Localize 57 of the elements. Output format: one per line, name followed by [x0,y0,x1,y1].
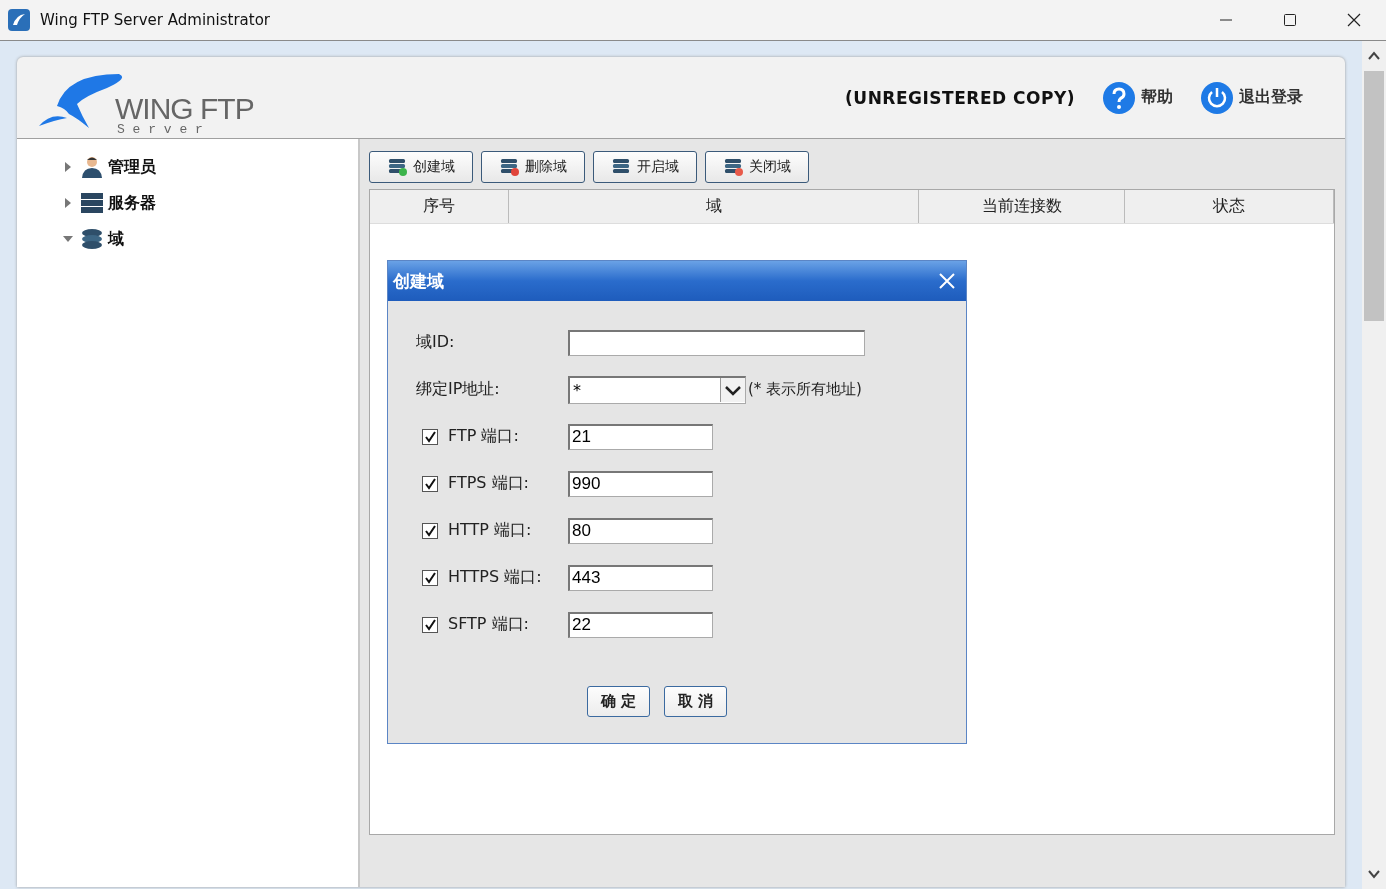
port-field[interactable]: 990 [568,470,713,497]
checkbox-label: FTPS 端口: [448,473,529,494]
logo-subtitle: S e r v e r [117,122,203,136]
ip-address-dropdown[interactable]: * [568,375,746,404]
port-field[interactable]: 80 [568,517,713,544]
checkbox[interactable] [422,569,438,586]
unregistered-notice: (UNREGISTERED COPY) [845,87,1075,108]
close-icon[interactable] [1347,13,1361,27]
toolbar-button[interactable]: 开启域 [593,151,697,183]
checkbox[interactable] [422,522,438,539]
logo-text: WING FTP [115,94,254,123]
column-header[interactable]: 域 [509,190,919,223]
server-rack-icon [81,192,103,214]
power-icon[interactable] [1201,81,1233,114]
scrollbar[interactable] [1362,41,1386,889]
port-field[interactable]: 21 [568,423,713,450]
logout-link[interactable]: 退出登录 [1239,87,1303,108]
dialog-button[interactable]: 确 定 [587,686,650,717]
hint-text: (* 表示所有地址) [748,380,862,399]
tree-item[interactable]: 管理员 [108,156,156,178]
checkbox-label: HTTPS 端口: [448,567,542,588]
toolbar-button[interactable]: 删除域 [481,151,585,183]
field-label: 域ID: [415,332,456,353]
database-stack-icon [499,156,521,178]
column-header[interactable]: 状态 [1125,190,1334,223]
collapsed-arrow-icon[interactable] [63,198,73,208]
window-title: Wing FTP Server Administrator [40,11,272,29]
field-label: 绑定IP地址: [415,379,501,400]
checkbox-label: FTP 端口: [448,426,519,447]
database-stack-icon [81,228,103,250]
domain-id-field[interactable] [568,329,865,356]
checkbox-label: SFTP 端口: [448,614,529,635]
dialog-button[interactable]: 取 消 [664,686,727,717]
maximize-icon[interactable] [1283,13,1297,27]
checkbox-label: HTTP 端口: [448,520,532,541]
help-icon[interactable] [1103,81,1135,114]
app-icon [8,9,30,31]
column-header[interactable]: 当前连接数 [919,190,1125,223]
column-header[interactable]: 序号 [370,190,509,223]
checkbox[interactable] [422,428,438,445]
dialog-title: 创建域 [393,269,444,293]
scrollbar-thumb[interactable] [1364,71,1384,321]
tree-item[interactable]: 域 [108,228,124,250]
tree-item[interactable]: 服务器 [108,192,156,214]
port-field[interactable]: 22 [568,611,713,638]
toolbar-button[interactable]: 关闭域 [705,151,809,183]
help-link[interactable]: 帮助 [1141,87,1173,108]
checkbox[interactable] [422,475,438,492]
database-stack-icon [723,156,745,178]
caret-icon[interactable] [720,378,745,402]
expanded-arrow-icon[interactable] [63,234,73,244]
checkbox[interactable] [422,616,438,633]
collapsed-arrow-icon[interactable] [63,162,73,172]
port-field[interactable]: 443 [568,564,713,591]
database-stack-icon [387,156,409,178]
person-icon [81,156,103,178]
toolbar-button[interactable]: 创建域 [369,151,473,183]
